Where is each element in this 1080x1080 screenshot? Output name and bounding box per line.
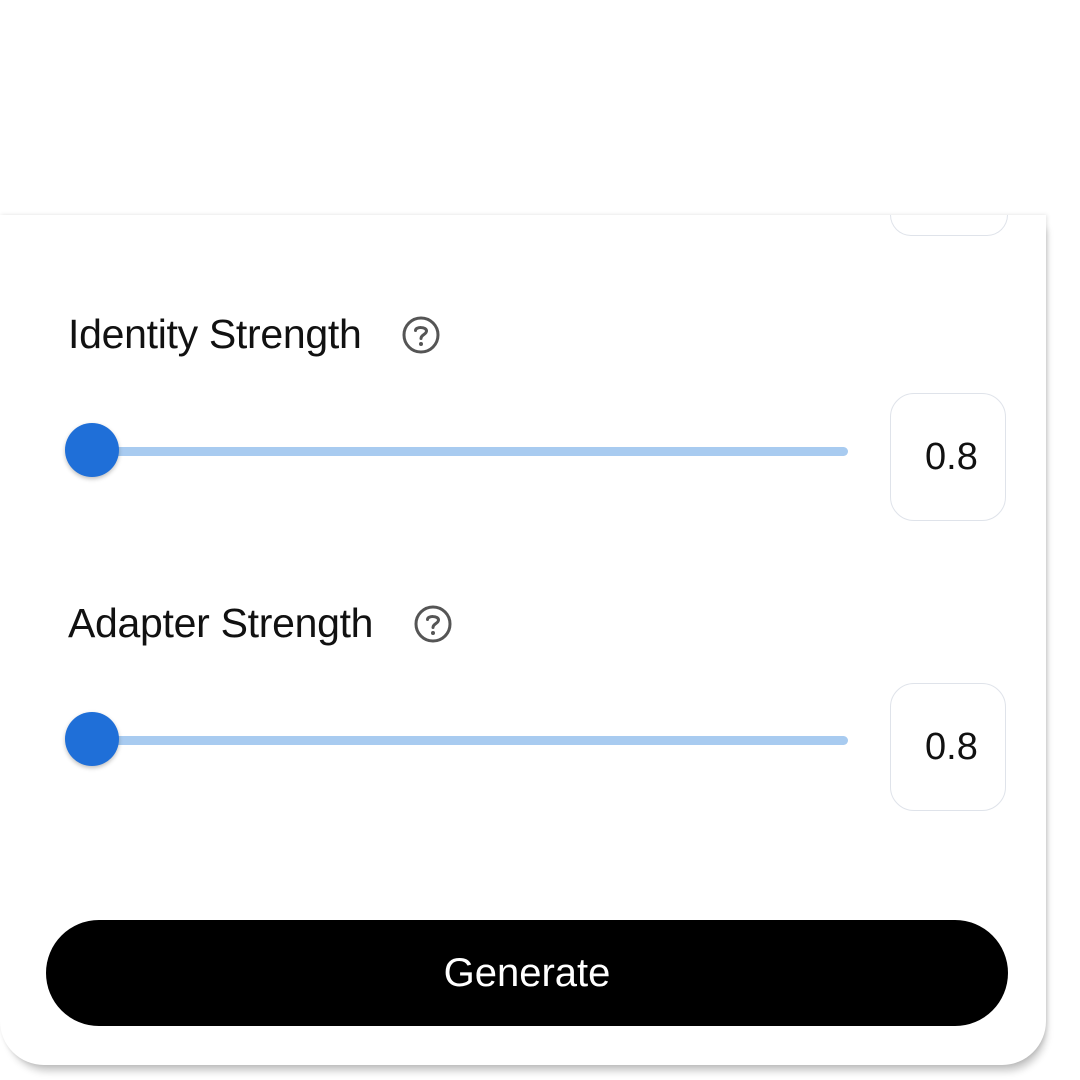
app-stage: Identity Strength Adapter St xyxy=(0,0,1080,1080)
adapter-strength-label-row: Adapter Strength xyxy=(68,600,453,647)
help-icon[interactable] xyxy=(413,604,453,644)
help-icon[interactable] xyxy=(401,315,441,355)
generate-button[interactable]: Generate xyxy=(46,920,1008,1026)
adapter-strength-label: Adapter Strength xyxy=(68,600,374,646)
adapter-strength-slider[interactable] xyxy=(60,712,848,768)
settings-panel: Identity Strength Adapter St xyxy=(0,215,1046,1065)
identity-strength-value-field[interactable] xyxy=(890,393,1006,521)
identity-strength-label: Identity Strength xyxy=(68,311,362,357)
identity-strength-label-row: Identity Strength xyxy=(68,311,441,358)
identity-strength-slider[interactable] xyxy=(60,423,848,479)
slider-thumb[interactable] xyxy=(64,423,119,477)
adapter-strength-value-field[interactable] xyxy=(890,683,1006,811)
slider-track[interactable] xyxy=(84,447,848,456)
adapter-strength-value-input[interactable] xyxy=(891,684,1005,810)
slider-track[interactable] xyxy=(84,736,848,745)
slider-thumb[interactable] xyxy=(64,712,119,766)
previous-value-field[interactable] xyxy=(890,215,1008,236)
identity-strength-value-input[interactable] xyxy=(891,394,1005,520)
